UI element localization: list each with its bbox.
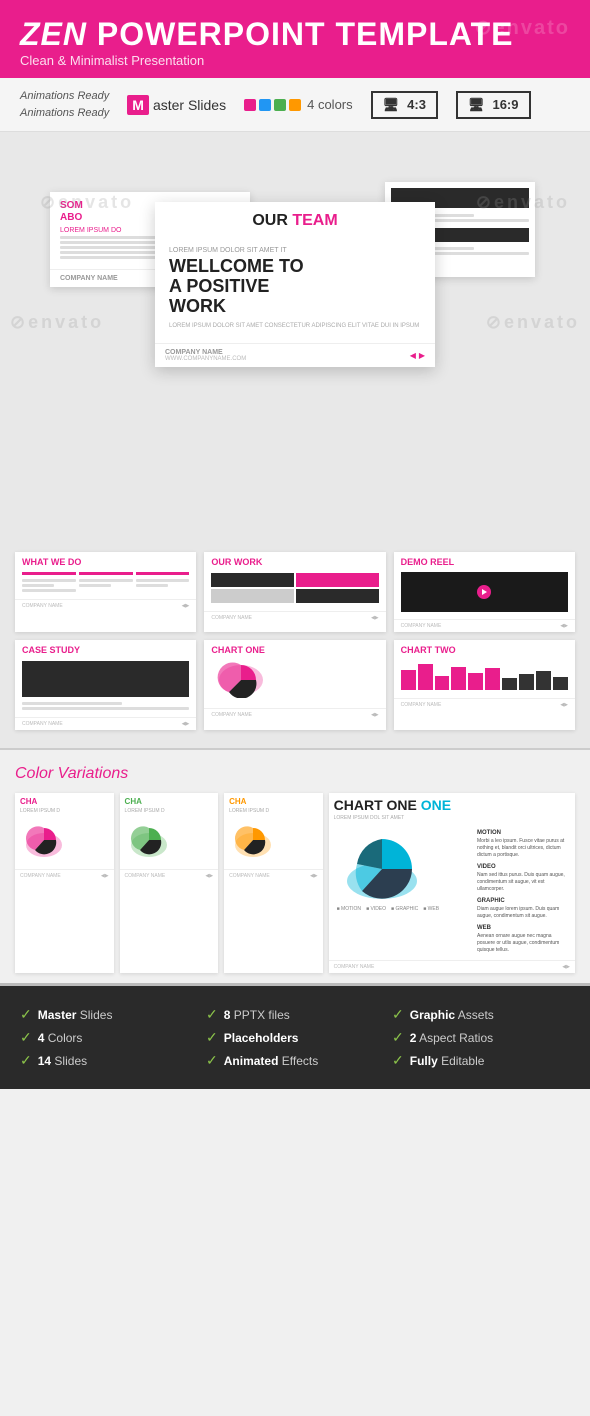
check-icon-8: ✓ <box>392 1029 404 1046</box>
check-icon-9: ✓ <box>392 1052 404 1069</box>
header-subtitle: Clean & Minimalist Presentation <box>20 53 570 68</box>
ratio-169-badge: 🖥 16:9 <box>456 91 531 119</box>
m-icon: M <box>127 95 149 115</box>
slide-main: OUR TEAM LOREM IPSUM DOLOR SIT AMET IT W… <box>155 202 435 367</box>
pie-green-svg <box>124 820 174 860</box>
our-team-title: OUR TEAM <box>155 202 435 235</box>
pie-orange-svg <box>228 820 278 860</box>
features-bar: Animations Ready Animations Ready M aste… <box>0 78 590 132</box>
anim-ready-2: Animations Ready <box>20 105 109 122</box>
feature-col-3: ✓ Graphic Assets ✓ 2 Aspect Ratios ✓ Ful… <box>392 1006 570 1069</box>
feature-aspect-ratios: ✓ 2 Aspect Ratios <box>392 1029 570 1046</box>
slide-welcome-content: LOREM IPSUM DOLOR SIT AMET IT WELLCOME T… <box>155 235 435 343</box>
preview-wrapper: SOM ABO LOREM IPSUM DO COMPANY NAME <box>20 152 570 522</box>
welcome-title-block: WELLCOME TO A POSITIVE WORK <box>169 257 421 316</box>
color-dot-green <box>274 99 286 111</box>
color-variations-title: Color Variations <box>15 765 575 783</box>
feature-4-colors: ✓ 4 Colors <box>20 1029 198 1046</box>
monitor-icon-169: 🖥 <box>468 97 485 113</box>
check-icon-1: ✓ <box>20 1006 32 1023</box>
colors-badge: 4 colors <box>244 97 353 112</box>
header: ZEN POWERPOINT TEMPLATE Clean & Minimali… <box>0 0 590 78</box>
feature-pptx-files: ✓ 8 PPTX files <box>206 1006 384 1023</box>
bar-chart-mini <box>401 658 568 693</box>
master-slides-label: aster Slides <box>153 97 226 113</box>
title-zen: ZEN <box>20 16 87 52</box>
check-icon-6: ✓ <box>206 1052 218 1069</box>
feature-col-2: ✓ 8 PPTX files ✓ Placeholders ✓ Animated… <box>206 1006 384 1069</box>
feature-col-1: ✓ Master Slides ✓ 4 Colors ✓ 14 Slides <box>20 1006 198 1069</box>
ratio-43-badge: 🖥 4:3 <box>371 91 438 119</box>
color-dot-pink <box>244 99 256 111</box>
ratio-43-label: 4:3 <box>407 97 426 112</box>
feature-fully-editable: ✓ Fully Editable <box>392 1052 570 1069</box>
colors-label: 4 colors <box>307 97 353 112</box>
feature-14-slides: ✓ 14 Slides <box>20 1052 198 1069</box>
main-website: WWW.COMPANYNAME.COM <box>165 356 246 362</box>
slide-thumb-what-we-do: WHAT WE DO <box>15 552 196 632</box>
demo-reel-dark <box>401 572 568 612</box>
feature-graphic-assets: ✓ Graphic Assets <box>392 1006 570 1023</box>
check-icon-7: ✓ <box>392 1006 404 1023</box>
slide-grid: WHAT WE DO <box>0 542 590 748</box>
animations-ready: Animations Ready Animations Ready <box>20 88 109 121</box>
main-company-name: COMPANY NAME <box>165 349 246 356</box>
slide-grid-row-1: WHAT WE DO <box>15 552 575 632</box>
envato-watermark-header: ⊘envato <box>475 15 570 40</box>
check-icon-5: ✓ <box>206 1029 218 1046</box>
feature-master-slides: ✓ Master Slides <box>20 1006 198 1023</box>
left-company: COMPANY NAME <box>60 275 118 282</box>
color-var-green: CHA LOREM IPSUM D COMPANY NAME ◀▶ <box>120 793 219 973</box>
play-button <box>477 585 491 599</box>
color-variations-section: Color Variations CHA LOREM IPSUM D COMPA… <box>0 750 590 983</box>
color-var-orange: CHA LOREM IPSUM D COMPANY NAME ◀▶ <box>224 793 323 973</box>
color-dots <box>244 99 301 111</box>
slide-main-footer: COMPANY NAME WWW.COMPANYNAME.COM ◀ ▶ <box>155 343 435 367</box>
check-icon-2: ✓ <box>20 1029 32 1046</box>
monitor-icon-43: 🖥 <box>383 97 400 113</box>
check-icon-3: ✓ <box>20 1052 32 1069</box>
slide-thumb-case-study: CASE STUDY COMPANY NAME ◀▶ <box>15 640 196 730</box>
case-study-dark <box>22 661 189 697</box>
anim-ready-1: Animations Ready <box>20 88 109 105</box>
pie-pink-svg <box>19 820 69 860</box>
left-title2: ABO <box>60 212 82 223</box>
ratio-169-label: 16:9 <box>492 97 518 112</box>
preview-area: ⊘envato ⊘envato ⊘envato ⊘envato SOM ABO … <box>0 132 590 542</box>
welcome-small: LOREM IPSUM DOLOR SIT AMET IT <box>169 247 421 254</box>
slide-thumb-chart-two: CHART TWO COMPANY NAME ◀▶ <box>394 640 575 730</box>
main-nav-dots: ◀ ▶ <box>410 351 425 360</box>
title-rest: POWERPOINT TEMPLATE <box>87 16 514 52</box>
bottom-features: ✓ Master Slides ✓ 4 Colors ✓ 14 Slides ✓… <box>0 986 590 1089</box>
our-work-grid <box>211 573 378 603</box>
slide-thumb-our-work: OUR WORK COMPANY NAME ◀▶ <box>204 552 385 632</box>
color-dot-orange <box>289 99 301 111</box>
color-variations-row: CHA LOREM IPSUM D COMPANY NAME ◀▶ CHA LO… <box>15 793 575 973</box>
welcome-desc: LOREM IPSUM DOLOR SIT AMET CONSECTETUR A… <box>169 322 421 330</box>
check-icon-4: ✓ <box>206 1006 218 1023</box>
slide-thumb-chart-one: CHART ONE COMPANY NAME ◀▶ <box>204 640 385 730</box>
pie-chart-svg <box>211 658 271 698</box>
slide-thumb-demo-reel: DEMO REEL COMPANY NAME ◀▶ <box>394 552 575 632</box>
color-var-blue-large: CHART ONE ONE LOREM IPSUM DOL SIT AMET ■… <box>329 793 575 973</box>
color-var-pink: CHA LOREM IPSUM D COMPANY NAME ◀▶ <box>15 793 114 973</box>
color-dot-blue <box>259 99 271 111</box>
feature-animated-effects: ✓ Animated Effects <box>206 1052 384 1069</box>
big-chart-content: ■ MOTION ■ VIDEO ■ GRAPHIC ■ WEB MOTION … <box>329 823 575 960</box>
feature-placeholders: ✓ Placeholders <box>206 1029 384 1046</box>
slide-grid-row-2: CASE STUDY COMPANY NAME ◀▶ CHART ONE <box>15 640 575 730</box>
pie-blue-svg <box>337 829 427 899</box>
master-slides-badge: M aster Slides <box>127 95 226 115</box>
left-title1: SOM <box>60 200 83 211</box>
